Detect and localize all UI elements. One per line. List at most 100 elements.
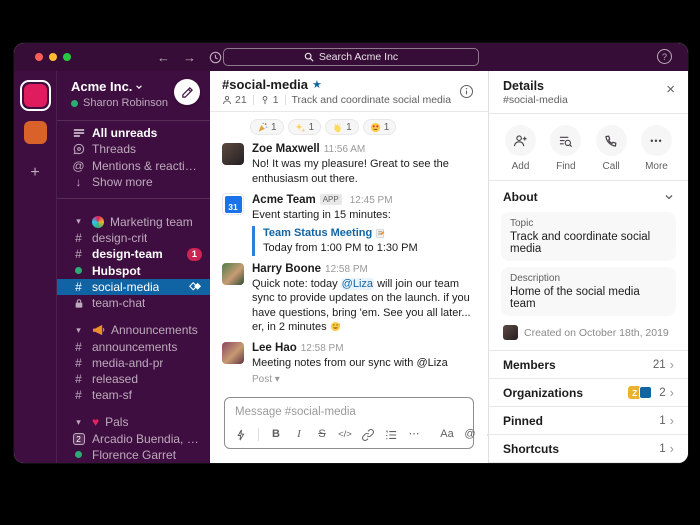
text-format-button[interactable]: Aa bbox=[441, 429, 453, 440]
hash-icon: # bbox=[71, 231, 86, 245]
italic-button[interactable]: I bbox=[293, 429, 305, 440]
shortcuts-button[interactable] bbox=[235, 429, 247, 441]
presence-dot bbox=[75, 267, 82, 274]
current-user[interactable]: Sharon Robinson bbox=[71, 97, 168, 109]
sidebar-item-all-unreads[interactable]: All unreads bbox=[57, 125, 210, 141]
star-button[interactable]: ★ bbox=[312, 78, 322, 91]
back-button[interactable]: ← bbox=[157, 51, 170, 64]
username[interactable]: Zoe Maxwell bbox=[252, 143, 320, 155]
post-file-card[interactable]: 1/9 Meeting Notes Last edited just now bbox=[252, 391, 474, 392]
find-icon bbox=[558, 134, 573, 148]
unreads-icon bbox=[73, 127, 85, 139]
sidebar-channel-team-chat[interactable]: team-chat bbox=[57, 295, 210, 311]
created-row: Created on October 18th, 2019 bbox=[501, 322, 676, 340]
avatar[interactable] bbox=[222, 263, 244, 285]
add-workspace-button[interactable]: + bbox=[30, 164, 39, 182]
more-actions-button[interactable]: ••• More bbox=[641, 125, 672, 172]
channel-topic[interactable]: Track and coordinate social media bbox=[292, 94, 452, 106]
strikethrough-button[interactable]: S bbox=[316, 429, 328, 440]
channel-info-button[interactable] bbox=[459, 84, 474, 99]
pinned-row[interactable]: Pinned 1› bbox=[489, 407, 688, 435]
members-row[interactable]: Members 21› bbox=[489, 351, 688, 379]
tada-emoji-icon bbox=[257, 122, 268, 133]
memo-emoji-icon bbox=[375, 228, 386, 239]
pin-icon bbox=[260, 95, 270, 105]
close-details-button[interactable]: × bbox=[666, 82, 675, 97]
reaction-pill-sparkles[interactable]: 1 bbox=[288, 119, 322, 135]
sidebar-channel-team-sf[interactable]: # team-sf bbox=[57, 387, 210, 403]
calendar-avatar[interactable]: 31 bbox=[222, 193, 244, 215]
palette-emoji-icon bbox=[92, 216, 104, 228]
sidebar-channel-design-crit[interactable]: # design-crit bbox=[57, 230, 210, 246]
about-header[interactable]: About bbox=[501, 190, 676, 204]
find-button[interactable]: Find bbox=[550, 125, 581, 172]
section-pals[interactable]: ▾ ♥ Pals bbox=[57, 414, 210, 430]
sidebar-channel-design-team[interactable]: # design-team 1 bbox=[57, 246, 210, 262]
zoom-window-button[interactable] bbox=[63, 53, 71, 61]
timestamp: 11:56 AM bbox=[324, 144, 366, 155]
username[interactable]: Harry Boone bbox=[252, 263, 321, 275]
info-icon bbox=[459, 84, 474, 99]
sidebar-item-threads[interactable]: Threads bbox=[57, 141, 210, 157]
section-announcements[interactable]: ▾ Announcements bbox=[57, 322, 210, 338]
reaction-pill-heart-eyes[interactable]: 1 bbox=[363, 119, 397, 135]
sidebar-dm-group[interactable]: 2 Arcadio Buendia, Leland Ygle… bbox=[57, 431, 210, 447]
description-box[interactable]: Description Home of the social media tea… bbox=[501, 267, 676, 316]
reaction-pill-clap[interactable]: 1 bbox=[325, 119, 359, 135]
shortcuts-row[interactable]: Shortcuts 1› bbox=[489, 435, 688, 463]
event-title-link[interactable]: Team Status Meeting bbox=[263, 226, 372, 241]
topic-box[interactable]: Topic Track and coordinate social media bbox=[501, 212, 676, 261]
message-text: Event starting in 15 minutes: bbox=[252, 208, 418, 223]
lock-icon bbox=[74, 298, 84, 309]
compose-button[interactable] bbox=[174, 79, 200, 105]
sidebar-channel-hubspot[interactable]: Hubspot bbox=[57, 263, 210, 279]
add-people-button[interactable]: Add bbox=[505, 125, 536, 172]
search-input[interactable]: Search Acme Inc bbox=[223, 48, 479, 66]
sidebar-item-show-more[interactable]: ↓ Show more bbox=[57, 174, 210, 190]
heart-emoji-icon: ♥ bbox=[92, 415, 99, 429]
avatar[interactable] bbox=[222, 342, 244, 364]
sparkles-emoji-icon bbox=[295, 122, 306, 133]
mention-liza[interactable]: @Liza bbox=[341, 278, 374, 290]
forward-button[interactable]: → bbox=[183, 51, 196, 64]
workspace-menu[interactable]: Acme Inc. bbox=[71, 79, 168, 94]
sidebar-dm-florence[interactable]: Florence Garret bbox=[57, 447, 210, 463]
link-button[interactable] bbox=[362, 429, 374, 441]
sidebar-channel-media-and-pr[interactable]: # media-and-pr bbox=[57, 355, 210, 371]
close-window-button[interactable] bbox=[35, 53, 43, 61]
bold-button[interactable]: B bbox=[270, 429, 282, 440]
history-button[interactable] bbox=[209, 51, 222, 64]
reaction-pill-tada[interactable]: 1 bbox=[250, 119, 284, 135]
section-marketing-team[interactable]: ▾ Marketing team bbox=[57, 214, 210, 230]
organizations-row[interactable]: Organizations Z 2› bbox=[489, 379, 688, 407]
post-type-dropdown[interactable]: Post ▾ bbox=[252, 373, 448, 388]
mention-button[interactable]: @ bbox=[464, 429, 476, 440]
sidebar-channel-social-media[interactable]: # social-media bbox=[57, 279, 210, 295]
code-button[interactable]: </> bbox=[339, 430, 351, 440]
reactions-row: 1 1 1 1 bbox=[250, 119, 476, 135]
minimize-window-button[interactable] bbox=[49, 53, 57, 61]
avatar[interactable] bbox=[222, 143, 244, 165]
message-input[interactable] bbox=[225, 398, 473, 424]
more-formatting-button[interactable]: ⋯ bbox=[408, 429, 420, 440]
pinned-count[interactable]: 1 bbox=[260, 94, 279, 106]
clap-emoji-icon bbox=[332, 122, 343, 133]
megaphone-emoji-icon bbox=[92, 324, 105, 336]
group-dm-count-badge: 2 bbox=[73, 433, 85, 445]
sidebar-channel-released[interactable]: # released bbox=[57, 371, 210, 387]
username[interactable]: Lee Hao bbox=[252, 342, 297, 354]
composer: B I S </> ⋯ Aa @ bbox=[224, 397, 474, 449]
message-text: Meeting notes from our sync with @Liza bbox=[252, 356, 448, 371]
section-collapse-icon: ▾ bbox=[71, 325, 86, 336]
unread-badge: 1 bbox=[187, 248, 202, 261]
sidebar-item-mentions[interactable]: @ Mentions & reactions bbox=[57, 157, 210, 173]
ordered-list-button[interactable] bbox=[385, 429, 397, 441]
help-button[interactable]: ? bbox=[657, 49, 672, 64]
workspace-switcher-2[interactable] bbox=[20, 117, 51, 148]
members-count[interactable]: 21 bbox=[222, 94, 247, 106]
details-panel: Details #social-media × Add Find Call bbox=[488, 71, 688, 463]
username[interactable]: Acme Team bbox=[252, 194, 316, 206]
call-button[interactable]: Call bbox=[596, 125, 627, 172]
sidebar-channel-announcements[interactable]: # announcements bbox=[57, 338, 210, 354]
workspace-switcher-acme[interactable] bbox=[20, 80, 51, 111]
